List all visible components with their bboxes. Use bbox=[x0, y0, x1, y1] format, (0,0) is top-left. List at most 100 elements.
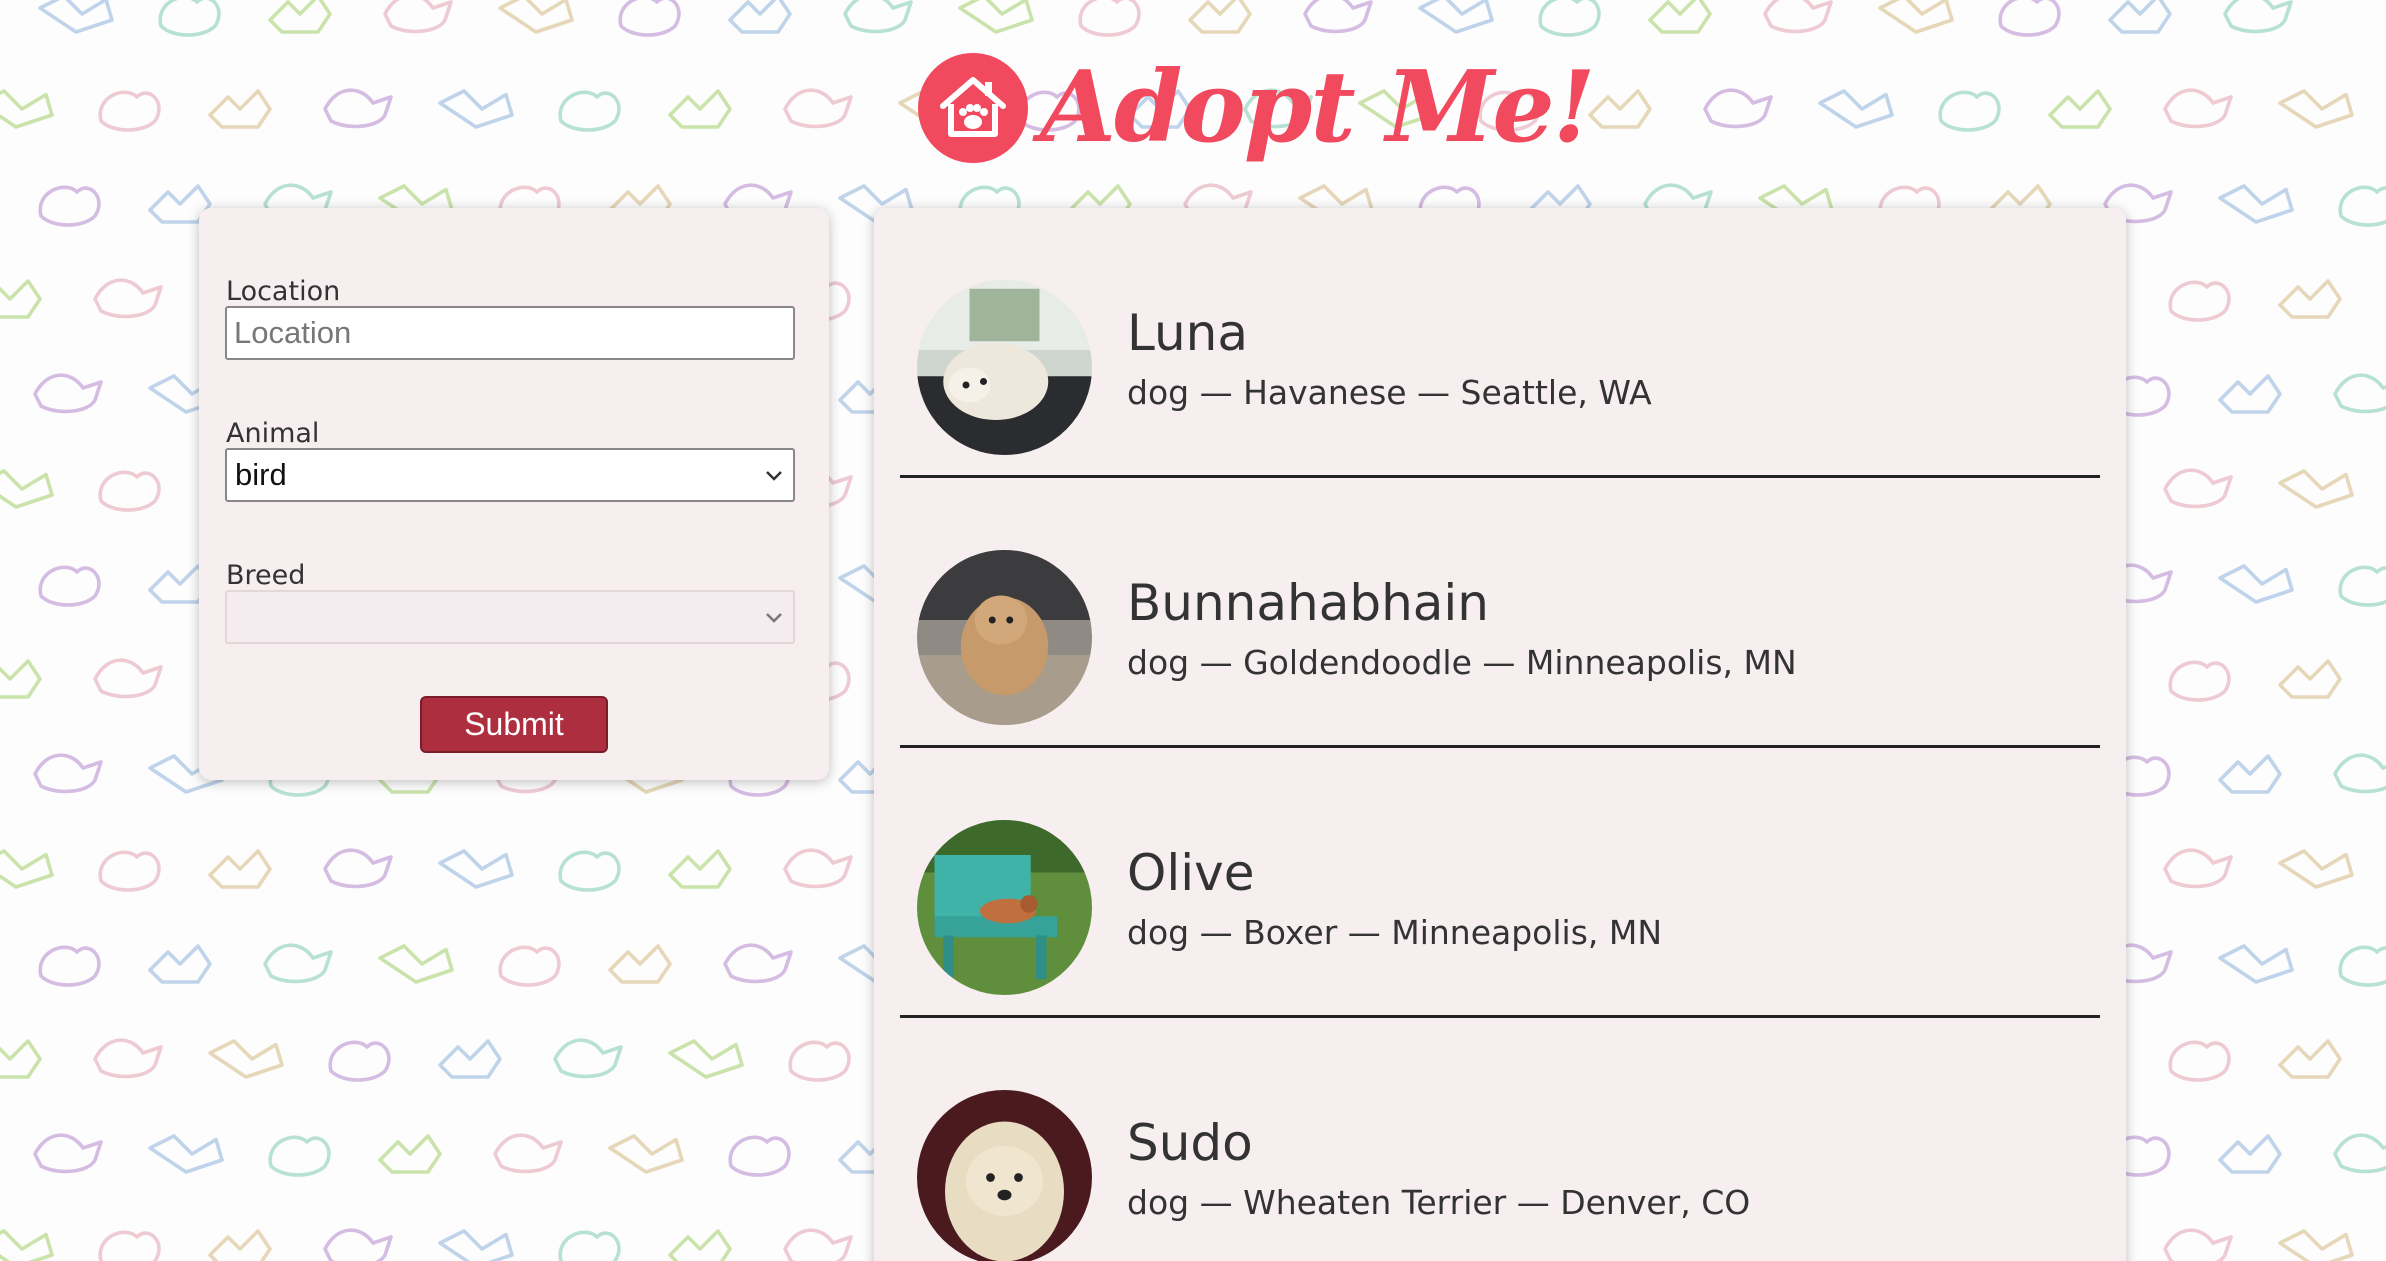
doodle-animal bbox=[323, 88, 393, 129]
doodle-animal bbox=[0, 89, 54, 129]
doodle-animal bbox=[1418, 0, 1494, 34]
doodle-animal bbox=[843, 0, 913, 34]
doodle-animal bbox=[93, 658, 163, 699]
results-list: Luna dog — Havanese — Seattle, WA Bunnah… bbox=[874, 208, 2126, 1261]
doodle-animal bbox=[208, 89, 272, 129]
doodle-animal bbox=[2278, 469, 2354, 509]
doodle-animal bbox=[2218, 1134, 2282, 1174]
doodle-animal bbox=[438, 1229, 514, 1261]
doodle-animal bbox=[33, 373, 103, 414]
doodle-animal bbox=[98, 1230, 161, 1261]
animal-select-value: bird bbox=[235, 457, 287, 492]
pet-name: Sudo bbox=[1127, 1114, 1253, 1172]
doodle-animal bbox=[383, 0, 453, 34]
doodle-animal bbox=[323, 1228, 393, 1261]
doodle-animal bbox=[268, 0, 332, 34]
pet-photo bbox=[917, 1090, 1092, 1261]
doodle-animal bbox=[783, 88, 853, 129]
pet-card-bunnahabhain[interactable]: Bunnahabhain dog — Goldendoodle — Minnea… bbox=[900, 478, 2100, 748]
doodle-animal bbox=[783, 848, 853, 889]
doodle-animal bbox=[2218, 944, 2294, 984]
doodle-animal bbox=[668, 849, 732, 889]
pet-card-luna[interactable]: Luna dog — Havanese — Seattle, WA bbox=[900, 208, 2100, 478]
doodle-animal bbox=[1648, 0, 1712, 34]
doodle-animal bbox=[493, 1133, 563, 1174]
doodle-animal bbox=[0, 279, 42, 319]
logo-text: Adopt Me! bbox=[1040, 50, 1596, 165]
doodle-animal bbox=[728, 0, 792, 34]
doodle-animal bbox=[1938, 90, 2001, 132]
chevron-down-icon bbox=[763, 464, 785, 486]
doodle-animal bbox=[148, 944, 212, 984]
doodle-animal bbox=[1878, 0, 1954, 34]
doodle-animal bbox=[268, 1135, 331, 1177]
doodle-animal bbox=[38, 0, 114, 34]
breed-label: Breed bbox=[226, 560, 306, 591]
pet-description: dog — Havanese — Seattle, WA bbox=[1127, 373, 1652, 412]
doodle-animal bbox=[208, 1039, 284, 1079]
doodle-animal bbox=[33, 753, 103, 794]
doodle-animal bbox=[1188, 0, 1252, 34]
doodle-animal bbox=[2163, 1228, 2233, 1261]
doodle-animal bbox=[1763, 0, 1833, 34]
chevron-down-icon bbox=[763, 606, 785, 628]
doodle-animal bbox=[1078, 0, 1141, 37]
doodle-animal bbox=[33, 1133, 103, 1174]
doodle-animal bbox=[2338, 185, 2386, 227]
pet-card-olive[interactable]: Olive dog — Boxer — Minneapolis, MN bbox=[900, 748, 2100, 1018]
doodle-animal bbox=[93, 278, 163, 319]
doodle-animal bbox=[2278, 659, 2342, 699]
doodle-animal bbox=[2278, 849, 2354, 889]
doodle-animal bbox=[2168, 280, 2231, 322]
doodle-animal bbox=[2333, 373, 2386, 414]
doodle-animal bbox=[1588, 89, 1652, 129]
doodle-animal bbox=[378, 944, 454, 984]
doodle-animal bbox=[2218, 184, 2294, 224]
doodle-animal bbox=[2163, 88, 2233, 129]
doodle-animal bbox=[98, 470, 161, 512]
doodle-animal bbox=[2278, 1229, 2354, 1261]
doodle-animal bbox=[2218, 374, 2282, 414]
breed-select[interactable] bbox=[225, 590, 795, 644]
doodle-animal bbox=[2338, 945, 2386, 987]
doodle-animal bbox=[0, 469, 54, 509]
pet-description: dog — Goldendoodle — Minneapolis, MN bbox=[1127, 643, 1797, 682]
doodle-animal bbox=[0, 659, 42, 699]
pet-name: Olive bbox=[1127, 844, 1255, 902]
doodle-animal bbox=[723, 943, 793, 984]
doodle-animal bbox=[553, 1038, 623, 1079]
animal-select[interactable]: bird bbox=[225, 448, 795, 502]
doodle-animal bbox=[668, 89, 732, 129]
doodle-animal bbox=[2218, 754, 2282, 794]
doodle-animal bbox=[263, 943, 333, 984]
pet-name: Bunnahabhain bbox=[1127, 574, 1489, 632]
site-logo[interactable]: Adopt Me! bbox=[918, 38, 1596, 178]
search-form: Location Animal bird Breed Submit bbox=[199, 208, 829, 780]
doodle-animal bbox=[2333, 753, 2386, 794]
doodle-animal bbox=[93, 1038, 163, 1079]
doodle-animal bbox=[2278, 1039, 2342, 1079]
submit-button[interactable]: Submit bbox=[420, 696, 608, 753]
doodle-animal bbox=[608, 944, 672, 984]
doodle-animal bbox=[2338, 565, 2386, 607]
pet-name: Luna bbox=[1127, 304, 1248, 362]
doodle-animal bbox=[2278, 279, 2342, 319]
doodle-animal bbox=[378, 1134, 442, 1174]
doodle-animal bbox=[1538, 0, 1601, 37]
doodle-animal bbox=[2333, 1133, 2386, 1174]
doodle-animal bbox=[958, 0, 1034, 34]
doodle-animal bbox=[0, 849, 54, 889]
doodle-animal bbox=[608, 1134, 684, 1174]
doodle-animal bbox=[38, 945, 101, 987]
doodle-animal bbox=[438, 89, 514, 129]
doodle-animal bbox=[1703, 88, 1773, 129]
doodle-animal bbox=[2168, 1040, 2231, 1082]
pet-card-sudo[interactable]: Sudo dog — Wheaten Terrier — Denver, CO bbox=[900, 1018, 2100, 1261]
doodle-animal bbox=[158, 0, 221, 37]
doodle-animal bbox=[498, 0, 574, 34]
doodle-animal bbox=[438, 1039, 502, 1079]
doodle-animal bbox=[2163, 468, 2233, 509]
animal-label: Animal bbox=[226, 418, 320, 449]
location-input[interactable] bbox=[225, 306, 795, 360]
doodle-animal bbox=[728, 1135, 791, 1177]
